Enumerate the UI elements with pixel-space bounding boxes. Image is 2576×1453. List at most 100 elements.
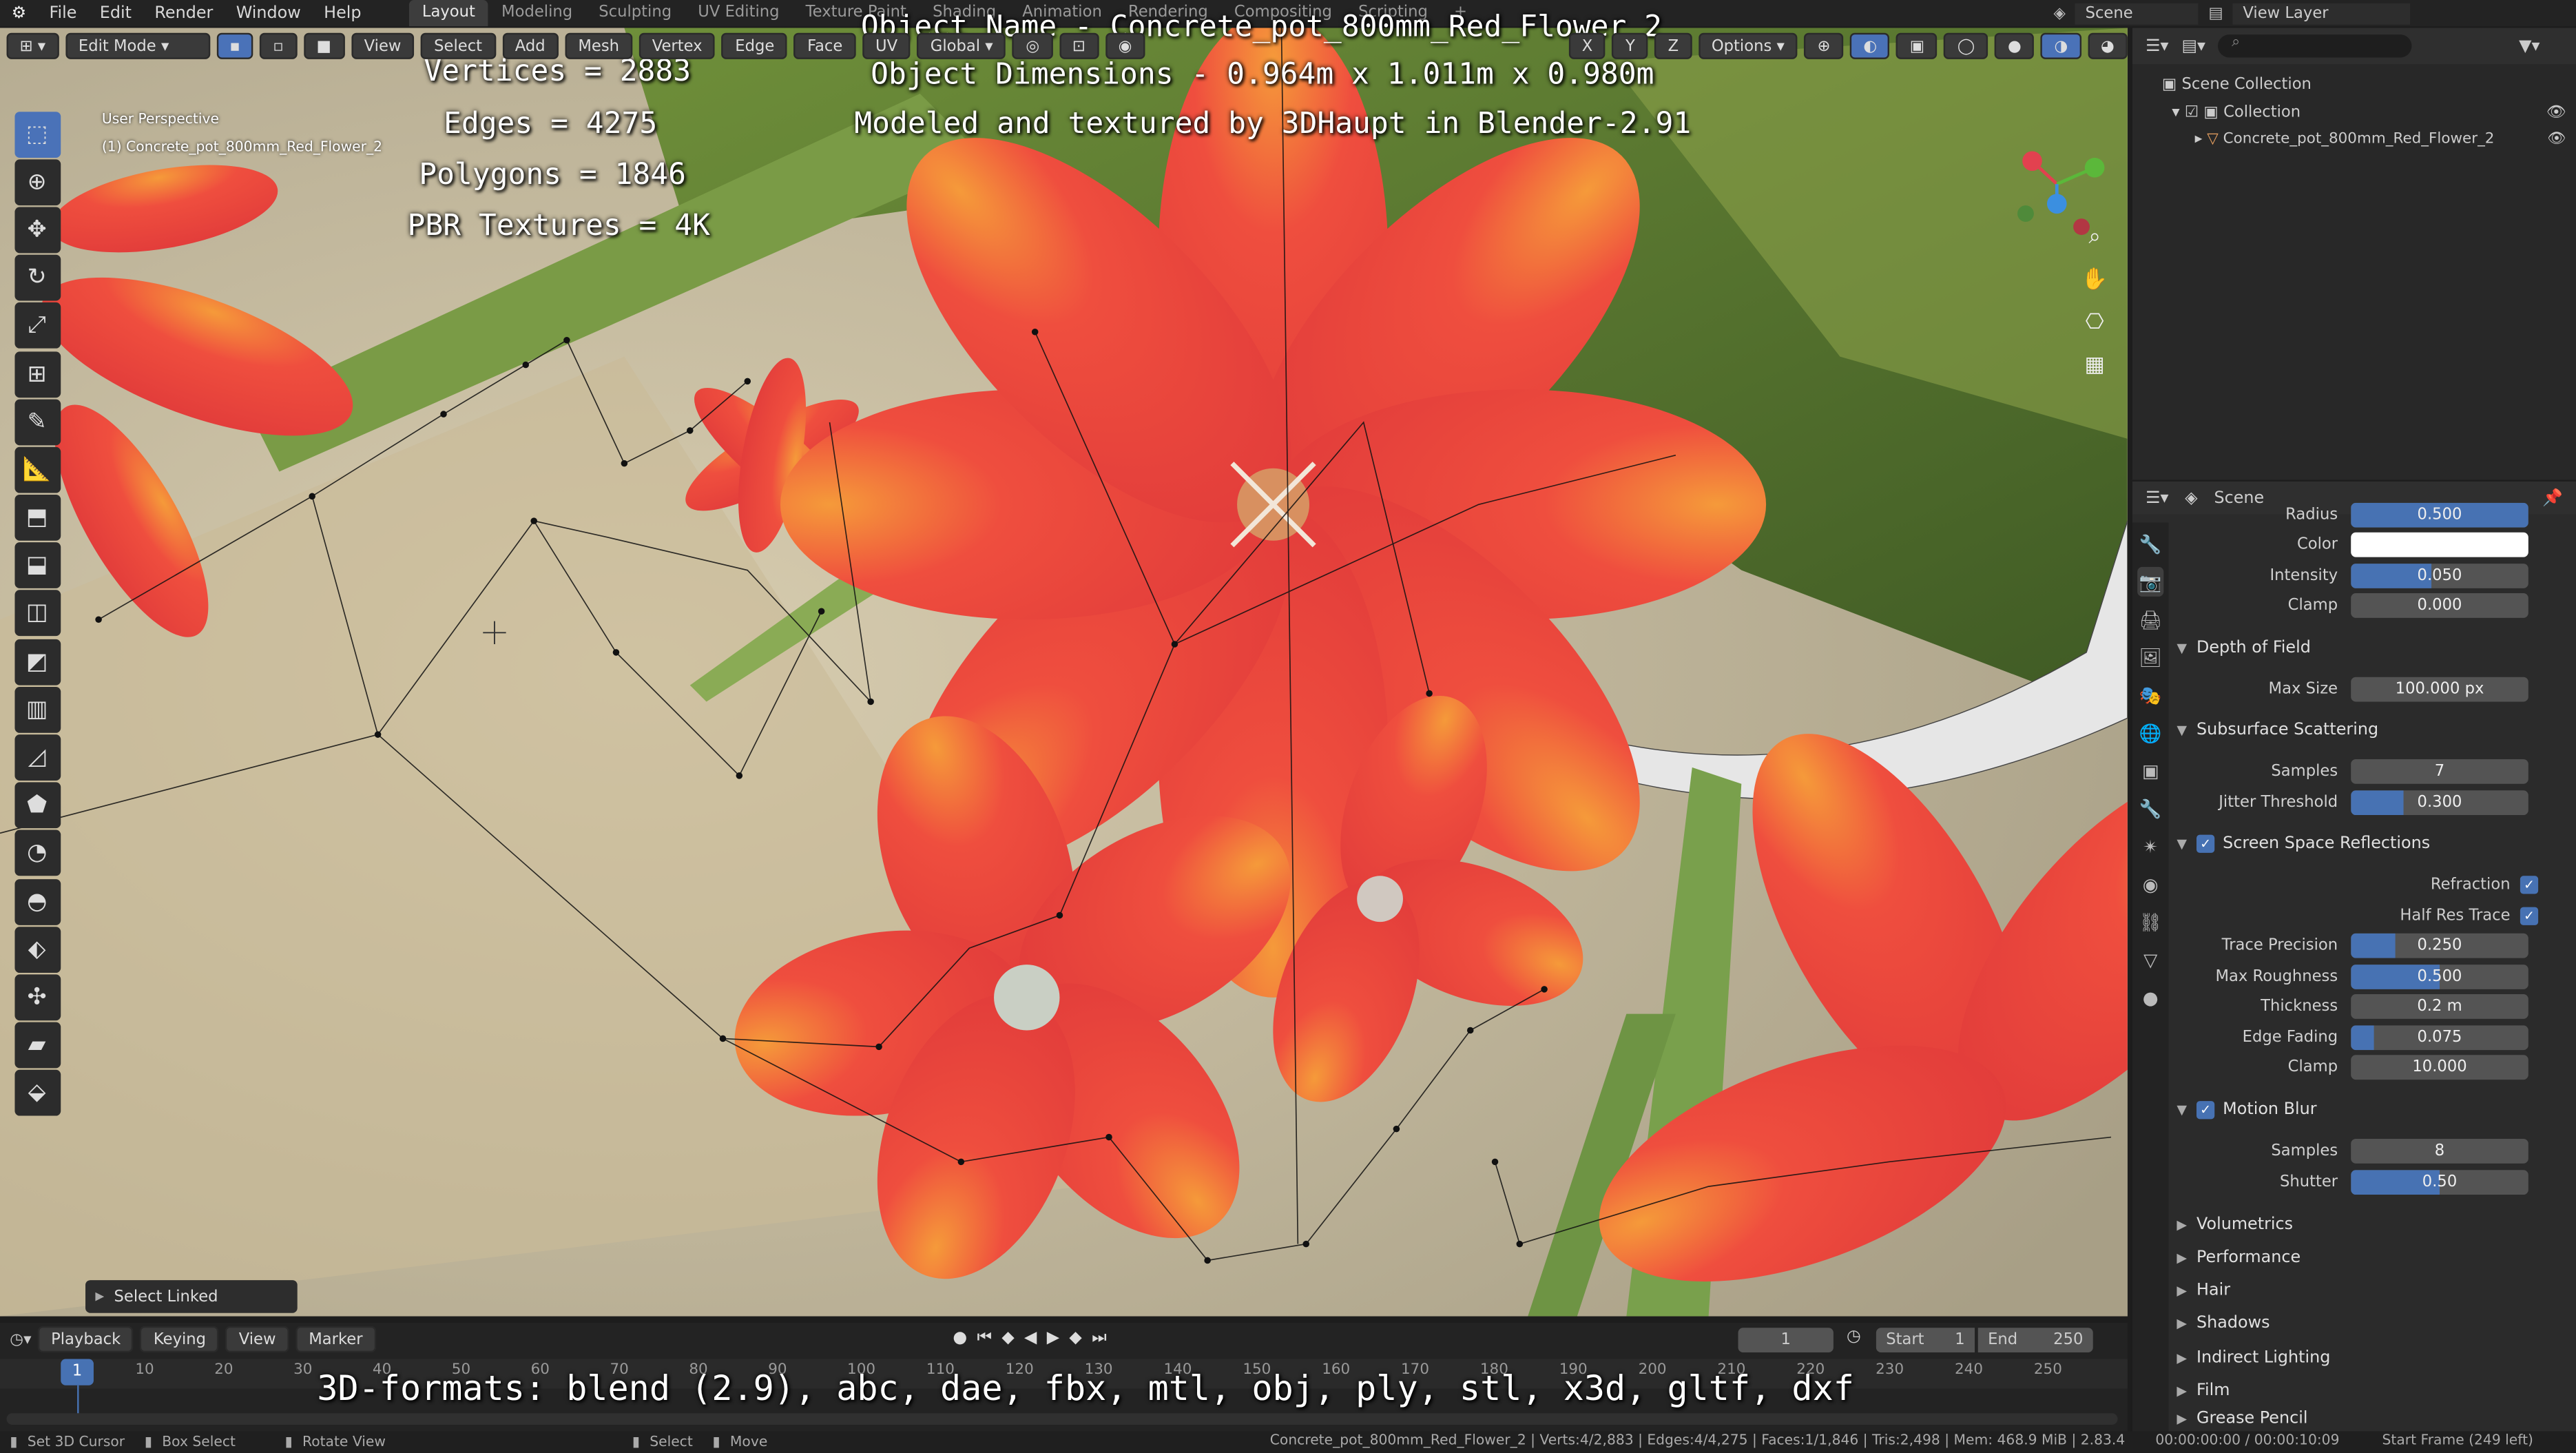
scale-tool-icon[interactable]: ⤢ [14,302,61,349]
ssr-clamp-field[interactable]: 10.000 [2351,1054,2528,1079]
rotate-tool-icon[interactable]: ↻ [14,255,61,301]
section-motion-blur[interactable]: ▼ ✓ Motion Blur [2177,1095,2568,1124]
shear-tool-icon[interactable]: ▰ [14,1022,61,1069]
particles-tab-icon[interactable]: ✴ [2137,832,2163,861]
last-operator-panel[interactable]: ▶ Select Linked [85,1280,298,1313]
poly-build-tool-icon[interactable]: ⬟ [14,782,61,829]
material-tab-icon[interactable]: ● [2137,982,2163,1012]
snap-icon[interactable]: ⊡ [1059,32,1099,59]
menu-add[interactable]: Add [501,32,559,59]
pan-hand-icon[interactable]: ✋ [2080,268,2110,298]
outliner-row-object[interactable]: ▸ ▽ Concrete_pot_800mm_Red_Flower_2 👁 [2162,127,2576,155]
section-volumetrics[interactable]: ▶ Volumetrics [2177,1210,2568,1239]
menu-file[interactable]: File [38,4,88,22]
edge-slide-tool-icon[interactable]: ⬖ [14,926,61,973]
jump-end-icon[interactable]: ⏭ [1092,1330,1106,1348]
move-tool-icon[interactable]: ✥ [14,207,61,254]
bevel-tool-icon[interactable]: ◩ [14,639,61,685]
face-select-mode-button[interactable]: ■ [303,32,345,59]
outliner-row-collection[interactable]: ▾ ☑ ▣ Collection 👁 [2162,99,2576,127]
tab-sculpting[interactable]: Sculpting [585,0,685,26]
sss-samples-field[interactable]: 7 [2351,758,2528,783]
section-performance[interactable]: ▶ Performance [2177,1242,2568,1272]
data-tab-icon[interactable]: ▽ [2137,945,2163,974]
spin-tool-icon[interactable]: ◔ [14,830,61,877]
refraction-checkbox[interactable]: ✓ [2520,875,2539,894]
timeline-editor-type-icon[interactable]: ◷▾ [10,1330,31,1348]
mb-samples-field[interactable]: 8 [2351,1137,2528,1163]
menu-timeline-view[interactable]: View [225,1326,289,1353]
view-layer-tab-icon[interactable]: 🖼 [2137,643,2163,672]
section-screen-space-reflections[interactable]: ▼ ✓ Screen Space Reflections [2177,828,2568,858]
preview-range-clock-icon[interactable]: ◷ [1847,1328,1861,1346]
ortho-grid-icon[interactable]: ▦ [2080,353,2110,383]
section-shadows[interactable]: ▶ Shadows [2177,1308,2568,1338]
radius-field[interactable]: 0.500 [2351,502,2528,527]
tool-tab-icon[interactable]: 🔧 [2137,529,2163,559]
tab-uv-editing[interactable]: UV Editing [685,0,792,26]
modifier-tab-icon[interactable]: 🔧 [2137,794,2163,823]
knife-tool-icon[interactable]: ◿ [14,734,61,781]
menu-edit[interactable]: Edit [88,4,143,22]
menu-window[interactable]: Window [225,4,312,22]
color-swatch[interactable] [2351,531,2528,557]
outliner-editor-type-icon[interactable]: ☰▾ [2146,37,2168,55]
menu-marker[interactable]: Marker [295,1326,376,1353]
editor-type-button[interactable]: ⊞ ▾ [6,32,59,59]
axis-x-toggle[interactable]: X [1568,32,1606,59]
camera-view-icon[interactable]: ⎔ [2080,311,2110,340]
loop-cut-tool-icon[interactable]: ▥ [14,686,61,733]
eye-icon[interactable]: 👁 [2547,127,2566,155]
playhead[interactable]: 1 [61,1359,94,1385]
select-box-tool-icon[interactable]: ⬚ [14,111,61,158]
timeline-scrollbar[interactable] [6,1413,2118,1425]
section-grease-pencil[interactable]: ▶ Grease Pencil [2177,1407,2568,1430]
scene-tab-icon[interactable]: 🎭 [2137,680,2163,710]
measure-tool-icon[interactable]: 📐 [14,446,61,493]
menu-help[interactable]: Help [312,4,373,22]
shutter-field[interactable]: 0.50 [2351,1169,2528,1194]
jump-start-icon[interactable]: ⏮ [977,1330,992,1348]
mode-selector[interactable]: Edit Mode ▾ [65,32,210,59]
thickness-field[interactable]: 0.2 m [2351,993,2528,1018]
menu-edge[interactable]: Edge [722,32,788,59]
properties-editor-type-icon[interactable]: ☰▾ [2146,489,2168,507]
motion-blur-checkbox[interactable]: ✓ [2196,1100,2215,1119]
edge-select-mode-button[interactable]: ▫ [260,32,297,59]
menu-uv[interactable]: UV [862,32,911,59]
collection-checkbox[interactable]: ☑ [2185,103,2199,121]
output-tab-icon[interactable]: 🖨 [2137,605,2163,635]
gizmo-toggle-icon[interactable]: ⊕ [1804,32,1844,59]
jitter-threshold-field[interactable]: 0.300 [2351,790,2528,814]
max-roughness-field[interactable]: 0.500 [2351,963,2528,989]
menu-select[interactable]: Select [421,32,496,59]
render-tab-icon[interactable]: 📷 [2137,566,2164,597]
menu-playback[interactable]: Playback [38,1326,134,1353]
menu-mesh[interactable]: Mesh [565,32,633,59]
world-tab-icon[interactable]: 🌐 [2137,718,2163,748]
material-shading-icon[interactable]: ◑ [2041,32,2081,59]
solid-shading-icon[interactable]: ● [1994,32,2035,59]
clamp-field[interactable]: 0.000 [2351,592,2528,617]
menu-view[interactable]: View [351,32,415,59]
transform-orientation-selector[interactable]: Global ▾ [917,32,1006,59]
extrude-tool-icon[interactable]: ⬓ [14,542,61,589]
blender-logo-icon[interactable]: ⚙ [0,4,38,22]
menu-render[interactable]: Render [143,4,225,22]
section-hair[interactable]: ▶ Hair [2177,1275,2568,1305]
end-frame-field[interactable]: End 250 [1977,1328,2093,1353]
eye-icon[interactable]: 👁 [2546,99,2566,127]
zoom-icon[interactable]: ⌕ [2080,225,2110,255]
section-depth-of-field[interactable]: ▼ Depth of Field [2177,632,2568,662]
options-dropdown[interactable]: Options ▾ [1698,32,1798,59]
tab-modeling[interactable]: Modeling [488,0,585,26]
section-film[interactable]: ▶ Film [2177,1375,2568,1405]
half-res-checkbox[interactable]: ✓ [2520,906,2539,925]
physics-tab-icon[interactable]: ◉ [2137,869,2163,899]
constraints-tab-icon[interactable]: ⛓ [2137,907,2163,937]
cursor-tool-icon[interactable]: ⊕ [14,158,61,205]
vertex-select-mode-button[interactable]: ▪ [216,32,253,59]
menu-keying[interactable]: Keying [140,1326,220,1353]
current-frame-field[interactable]: 1 [1738,1328,1834,1353]
play-icon[interactable]: ▶ [1047,1330,1059,1348]
